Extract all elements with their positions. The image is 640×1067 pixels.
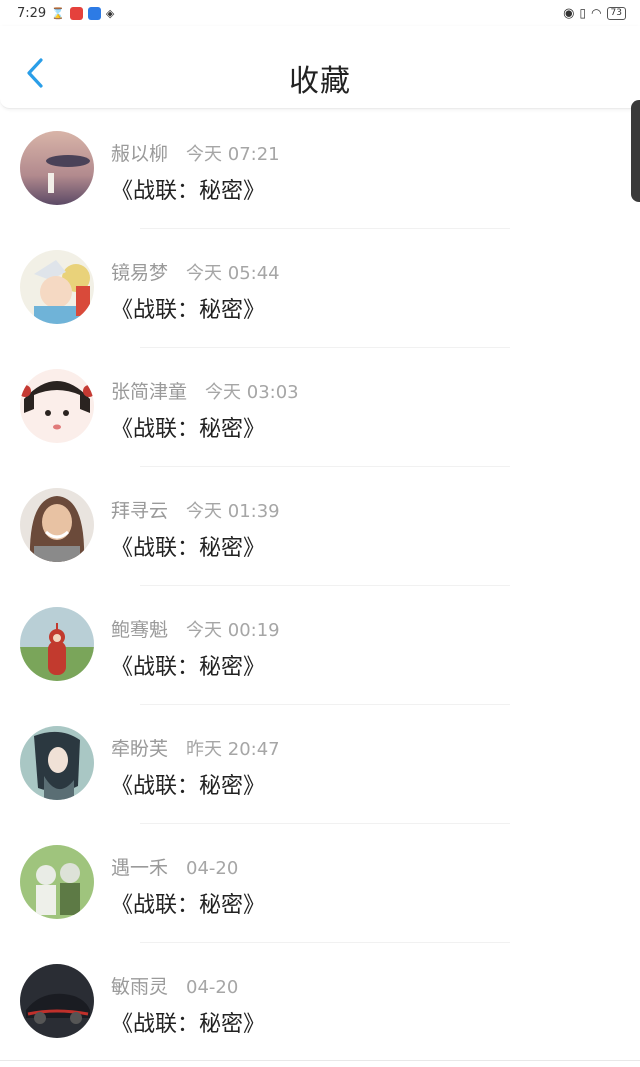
item-title[interactable]: 《战联：秘密》 — [111, 1006, 265, 1038]
vibrate-icon: ▯ — [579, 6, 587, 20]
timestamp: 04-20 — [186, 858, 239, 879]
status-bar: 7:29 ⌛ ◈ ◉ ▯ ◠ 73 — [0, 0, 640, 26]
bottom-divider — [0, 1060, 640, 1061]
battery-icon: 73 — [606, 6, 626, 20]
list-item[interactable]: 拜寻云 今天 01:39 《战联：秘密》 — [0, 467, 640, 586]
timestamp: 今天 05:44 — [186, 263, 280, 284]
timestamp: 昨天 20:47 — [186, 739, 280, 760]
user-name: 敏雨灵 — [111, 976, 169, 998]
timestamp: 今天 01:39 — [186, 501, 280, 522]
avatar[interactable] — [20, 488, 94, 562]
avatar[interactable] — [20, 250, 94, 324]
status-right: ◉ ▯ ◠ 73 — [563, 6, 626, 21]
timestamp: 04-20 — [186, 977, 239, 998]
list-item[interactable]: 张简津童 今天 03:03 《战联：秘密》 — [0, 348, 640, 467]
item-title[interactable]: 《战联：秘密》 — [111, 649, 265, 681]
item-meta: 赧以柳 今天 07:21 — [111, 139, 280, 166]
item-meta: 镜易梦 今天 05:44 — [111, 258, 280, 285]
user-name: 赧以柳 — [111, 143, 169, 165]
user-name: 张简津童 — [111, 381, 188, 403]
shield-icon: ◈ — [105, 6, 115, 20]
item-meta: 敏雨灵 04-20 — [111, 972, 238, 999]
wifi-icon: ◠ — [591, 6, 602, 20]
page-title: 收藏 — [289, 64, 351, 99]
header: 收藏 — [0, 26, 640, 109]
avatar[interactable] — [20, 369, 94, 443]
item-meta: 拜寻云 今天 01:39 — [111, 496, 280, 523]
user-name: 拜寻云 — [111, 500, 169, 522]
list-item[interactable]: 镜易梦 今天 05:44 《战联：秘密》 — [0, 229, 640, 348]
favorites-list: 赧以柳 今天 07:21 《战联：秘密》 镜易梦 今天 05:44 《战联：秘密… — [0, 110, 640, 1062]
hourglass-icon: ⌛ — [51, 6, 65, 20]
eye-icon: ◉ — [563, 5, 575, 21]
item-meta: 鲍骞魁 今天 00:19 — [111, 615, 280, 642]
item-title[interactable]: 《战联：秘密》 — [111, 887, 265, 919]
status-left: 7:29 ⌛ ◈ — [17, 6, 114, 21]
avatar[interactable] — [20, 845, 94, 919]
item-meta: 牵盼芙 昨天 20:47 — [111, 734, 280, 761]
item-meta: 张简津童 今天 03:03 — [111, 377, 299, 404]
app-notification-icon-2 — [87, 6, 101, 20]
item-meta: 遇一禾 04-20 — [111, 853, 238, 880]
avatar[interactable] — [20, 964, 94, 1038]
battery-level: 73 — [610, 7, 622, 18]
user-name: 鲍骞魁 — [111, 619, 169, 641]
timestamp: 今天 07:21 — [186, 144, 280, 165]
user-name: 牵盼芙 — [111, 738, 169, 760]
timestamp: 今天 00:19 — [186, 620, 280, 641]
avatar[interactable] — [20, 726, 94, 800]
item-title[interactable]: 《战联：秘密》 — [111, 411, 265, 443]
item-title[interactable]: 《战联：秘密》 — [111, 173, 265, 205]
list-item[interactable]: 鲍骞魁 今天 00:19 《战联：秘密》 — [0, 586, 640, 705]
user-name: 镜易梦 — [111, 262, 169, 284]
timestamp: 今天 03:03 — [205, 382, 299, 403]
list-item[interactable]: 赧以柳 今天 07:21 《战联：秘密》 — [0, 110, 640, 229]
avatar[interactable] — [20, 131, 94, 205]
item-title[interactable]: 《战联：秘密》 — [111, 530, 265, 562]
user-name: 遇一禾 — [111, 857, 169, 879]
list-item[interactable]: 敏雨灵 04-20 《战联：秘密》 — [0, 943, 640, 1062]
item-title[interactable]: 《战联：秘密》 — [111, 768, 265, 800]
list-item[interactable]: 牵盼芙 昨天 20:47 《战联：秘密》 — [0, 705, 640, 824]
item-title[interactable]: 《战联：秘密》 — [111, 292, 265, 324]
avatar[interactable] — [20, 607, 94, 681]
app-notification-icon — [69, 6, 83, 20]
status-time: 7:29 — [17, 5, 47, 21]
list-item[interactable]: 遇一禾 04-20 《战联：秘密》 — [0, 824, 640, 943]
